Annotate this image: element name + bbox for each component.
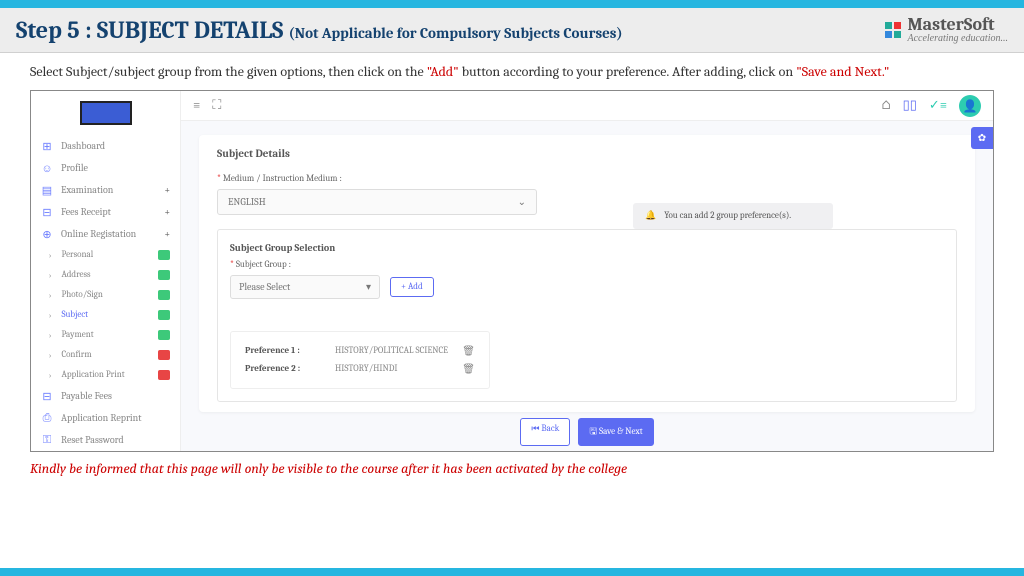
status-badge (158, 330, 170, 340)
nav-icon: ⊟ (41, 390, 53, 402)
sidebar-item-payable-fees[interactable]: ⊟Payable Fees (31, 385, 180, 407)
save-next-button[interactable]: 🖫 Save & Next (578, 418, 653, 446)
medium-select[interactable]: ENGLISH ⌄ (217, 189, 537, 215)
save-highlight: "Save and Next." (796, 63, 889, 80)
sg-label: * Subject Group : (230, 260, 944, 270)
bell-icon: 🔔 (645, 211, 656, 221)
preference-row: Preference 1 : HISTORY/POLITICAL SCIENCE 🗑 (245, 342, 475, 360)
medium-label: * Medium / Instruction Medium : (217, 174, 957, 184)
card-title: Subject Details (217, 147, 957, 160)
nav-icon: ⎙ (41, 412, 53, 424)
preference-row: Preference 2 : HISTORY/HINDI 🗑 (245, 360, 475, 378)
sidebar-sub-payment[interactable]: ›Payment (31, 325, 180, 345)
home-icon[interactable]: ⌂ (881, 98, 890, 113)
sidebar-item-online-registation[interactable]: ⊕Online Registation+ (31, 223, 180, 245)
caret-down-icon: ▾ (366, 281, 371, 293)
status-badge (158, 310, 170, 320)
expand-icon[interactable]: + (164, 206, 170, 218)
chevron-right-icon: › (49, 271, 51, 280)
step-subtitle: (Not Applicable for Compulsory Subjects … (289, 24, 623, 42)
nav-icon: ⚿ (41, 434, 53, 446)
sg-title: Subject Group Selection (230, 242, 944, 254)
chevron-right-icon: › (49, 251, 51, 260)
back-button[interactable]: ⏮ Back (520, 418, 570, 446)
book-icon[interactable]: ▯▯ (903, 98, 917, 113)
page-title: Step 5 : SUBJECT DETAILS (Not Applicable… (16, 16, 623, 44)
tasks-icon[interactable]: ✓≡ (929, 98, 947, 113)
sidebar-item-application-reprint[interactable]: ⎙Application Reprint (31, 407, 180, 429)
subject-group-box: Subject Group Selection * Subject Group … (217, 229, 957, 402)
sidebar-sub-photo-sign[interactable]: ›Photo/Sign (31, 285, 180, 305)
pref-value: HISTORY/HINDI (335, 364, 452, 374)
pref-label: Preference 2 : (245, 364, 325, 374)
settings-gear-icon[interactable]: ✿ (971, 127, 993, 149)
expand-icon[interactable]: + (164, 228, 170, 240)
logo-tagline: Accelerating education... (907, 34, 1008, 44)
sidebar: ⊞Dashboard☺Profile▤Examination+⊟Fees Rec… (31, 91, 181, 451)
sidebar-sub-confirm[interactable]: ›Confirm (31, 345, 180, 365)
sidebar-sub-personal[interactable]: ›Personal (31, 245, 180, 265)
sidebar-item-examination[interactable]: ▤Examination+ (31, 179, 180, 201)
trash-icon[interactable]: 🗑 (462, 345, 475, 357)
sidebar-item-fees-receipt[interactable]: ⊟Fees Receipt+ (31, 201, 180, 223)
nav-icon: ⊟ (41, 206, 53, 218)
footer-note: Kindly be informed that this page will o… (0, 452, 1024, 485)
sidebar-sub-subject[interactable]: ›Subject (31, 305, 180, 325)
chevron-right-icon: › (49, 331, 51, 340)
preferences-box: Preference 1 : HISTORY/POLITICAL SCIENCE 🗑… (230, 331, 490, 389)
add-highlight: "Add" (427, 63, 459, 80)
expand-icon[interactable]: + (164, 184, 170, 196)
medium-value: ENGLISH (228, 196, 266, 208)
status-badge (158, 270, 170, 280)
fullscreen-icon[interactable]: ⛶ (212, 98, 221, 113)
logo-text: MasterSoft (907, 16, 1008, 34)
chevron-right-icon: › (49, 291, 51, 300)
chevron-down-icon: ⌄ (518, 196, 526, 208)
instruction-text: Select Subject/subject group from the gi… (0, 53, 1024, 90)
status-badge (158, 350, 170, 360)
nav-icon: ⊞ (41, 140, 53, 152)
logo-mark-icon (885, 22, 901, 38)
brand-logo: MasterSoft Accelerating education... (885, 16, 1008, 44)
chevron-right-icon: › (49, 351, 51, 360)
nav-icon: ☺ (41, 162, 53, 174)
chevron-right-icon: › (49, 371, 51, 380)
subject-details-card: Subject Details * Medium / Instruction M… (199, 135, 975, 412)
top-accent-bar (0, 0, 1024, 8)
sidebar-item-dashboard[interactable]: ⊞Dashboard (31, 135, 180, 157)
pref-value: HISTORY/POLITICAL SCIENCE (335, 346, 452, 356)
add-button[interactable]: + Add (390, 277, 434, 297)
avatar[interactable]: 👤 (959, 95, 981, 117)
status-badge (158, 290, 170, 300)
nav-icon: ▤ (41, 184, 53, 196)
main-content: ≡ ⛶ ⌂ ▯▯ ✓≡ 👤 ✿ Subject Details * Medium… (181, 91, 993, 451)
action-buttons: ⏮ Back 🖫 Save & Next (181, 418, 993, 446)
subject-group-select[interactable]: Please Select ▾ (230, 275, 380, 299)
top-nav: ≡ ⛶ ⌂ ▯▯ ✓≡ 👤 (181, 91, 993, 121)
sidebar-item-reset-password[interactable]: ⚿Reset Password (31, 429, 180, 451)
preference-alert: 🔔 You can add 2 group preference(s). (633, 203, 833, 229)
sidebar-logo (80, 101, 132, 125)
status-badge (158, 250, 170, 260)
sidebar-sub-application-print[interactable]: ›Application Print (31, 365, 180, 385)
status-badge (158, 370, 170, 380)
page-header: Step 5 : SUBJECT DETAILS (Not Applicable… (0, 8, 1024, 53)
app-screenshot: ⊞Dashboard☺Profile▤Examination+⊟Fees Rec… (30, 90, 994, 452)
sidebar-sub-address[interactable]: ›Address (31, 265, 180, 285)
trash-icon[interactable]: 🗑 (462, 363, 475, 375)
menu-icon[interactable]: ≡ (193, 98, 200, 113)
pref-label: Preference 1 : (245, 346, 325, 356)
step-label: Step 5 : SUBJECT DETAILS (16, 16, 283, 44)
nav-icon: ⊕ (41, 228, 53, 240)
bottom-accent-bar (0, 568, 1024, 576)
chevron-right-icon: › (49, 311, 51, 320)
sidebar-item-profile[interactable]: ☺Profile (31, 157, 180, 179)
